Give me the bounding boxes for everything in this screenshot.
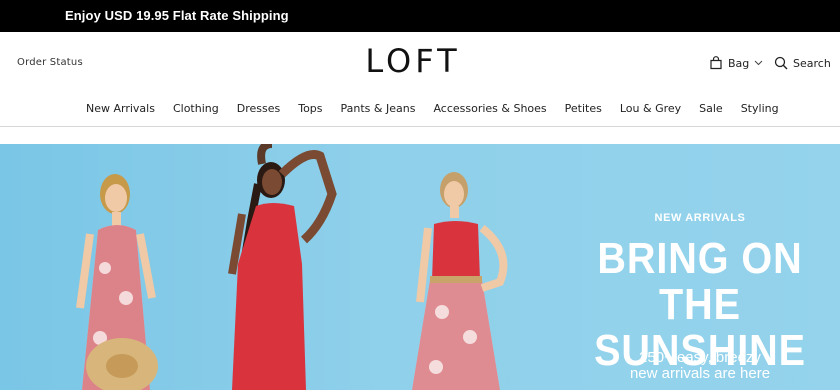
nav-accessories-shoes[interactable]: Accessories & Shoes [433, 102, 546, 115]
nav-petites[interactable]: Petites [565, 102, 602, 115]
bag-icon [709, 56, 723, 70]
model-red-dress-image [228, 144, 337, 390]
nav-pants-jeans[interactable]: Pants & Jeans [341, 102, 416, 115]
nav-styling[interactable]: Styling [741, 102, 779, 115]
nav-new-arrivals[interactable]: New Arrivals [86, 102, 155, 115]
nav-lou-grey[interactable]: Lou & Grey [620, 102, 681, 115]
main-nav: New Arrivals Clothing Dresses Tops Pants… [86, 102, 779, 115]
promo-bar: Enjoy USD 19.95 Flat Rate Shipping [0, 0, 840, 32]
hero-subline-1: 250+ easy, breezy [639, 349, 761, 366]
hero-subline-2: new arrivals are here [629, 365, 771, 382]
nav-sale[interactable]: Sale [699, 102, 723, 115]
search-label: Search [793, 56, 831, 70]
bag-button[interactable]: Bag [709, 54, 763, 72]
nav-clothing[interactable]: Clothing [173, 102, 219, 115]
nav-tops[interactable]: Tops [298, 102, 322, 115]
model-floral-dress-image [76, 174, 158, 390]
hero-subline: 250+ easy, breezy new arrivals are here [570, 350, 830, 382]
search-icon [774, 56, 788, 70]
header-divider [0, 126, 840, 127]
promo-text[interactable]: Enjoy USD 19.95 Flat Rate Shipping [65, 8, 289, 23]
order-status-link[interactable]: Order Status [17, 57, 83, 68]
bag-label: Bag [728, 56, 750, 70]
nav-dresses[interactable]: Dresses [237, 102, 280, 115]
search-button[interactable]: Search [774, 54, 831, 72]
hero-eyebrow: NEW ARRIVALS [654, 212, 746, 224]
chevron-down-icon [754, 60, 763, 66]
model-red-top-image [412, 172, 508, 390]
loft-logo[interactable]: LOFT [338, 42, 488, 80]
hero-banner[interactable]: NEW ARRIVALS BRING ON THE SUNSHINE 250+ … [0, 144, 840, 390]
hero-headline-line-1: BRING ON [597, 234, 803, 283]
